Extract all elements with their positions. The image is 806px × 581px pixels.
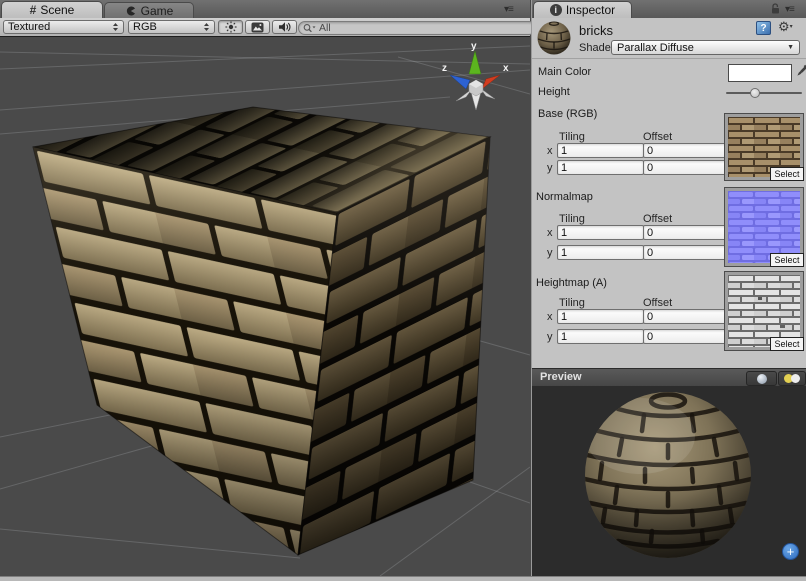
brick-cube <box>33 107 490 555</box>
add-button[interactable]: + <box>782 543 799 560</box>
base-x-tiling-field[interactable] <box>557 143 644 158</box>
main-color-swatch[interactable] <box>728 64 792 82</box>
y-row-label: y <box>547 162 553 174</box>
height-slider-thumb[interactable] <box>750 88 760 98</box>
gizmo-x-axis-cone[interactable] <box>482 75 500 89</box>
audio-toggle-button[interactable] <box>272 20 297 34</box>
tab-inspector[interactable]: i Inspector <box>533 1 632 18</box>
height-slider-track[interactable] <box>726 92 802 94</box>
window-bottom-strip <box>0 576 806 581</box>
scene-viewport[interactable]: y x z <box>0 37 530 576</box>
shader-value: Parallax Diffuse <box>617 42 694 54</box>
updown-arrows-icon <box>112 22 119 32</box>
normalmap-select-button[interactable]: Select <box>770 253 804 267</box>
channel-mode-dropdown[interactable]: RGB <box>128 20 215 34</box>
preview-area[interactable]: + <box>532 386 806 576</box>
scene-panel-menu-icon[interactable]: ▾≡ <box>504 4 513 15</box>
normalmap-y-tiling-field[interactable] <box>557 245 644 260</box>
preview-header: Preview <box>532 368 806 387</box>
search-input[interactable] <box>319 22 499 34</box>
gizmo-y-label: y <box>471 41 477 52</box>
inspector-panel: i Inspector ▾≡ <box>531 0 806 576</box>
chevron-down-icon: ▼ <box>787 44 794 51</box>
search-icon <box>303 23 317 33</box>
offset-header: Offset <box>643 213 672 225</box>
base-select-button[interactable]: Select <box>770 167 804 181</box>
y-row-label: y <box>547 331 553 343</box>
gizmo-z-axis-cone[interactable] <box>450 75 470 89</box>
base-x-offset-field[interactable] <box>643 143 730 158</box>
preview-title: Preview <box>540 371 582 383</box>
speaker-icon <box>278 21 291 33</box>
info-icon: i <box>550 4 562 16</box>
sphere-icon <box>757 374 767 384</box>
offset-header: Offset <box>643 131 672 143</box>
render-mode-label: Textured <box>8 21 50 33</box>
skybox-fx-button[interactable] <box>245 20 270 34</box>
tab-inspector-label: Inspector <box>566 3 615 17</box>
normalmap-y-offset-field[interactable] <box>643 245 730 260</box>
unity-editor-window: # Scene Game ▾≡ Textured RGB <box>0 0 806 581</box>
height-label: Height <box>538 86 570 98</box>
scene-search-field[interactable] <box>298 21 536 35</box>
gear-icon[interactable]: ⚙▾ <box>778 20 793 33</box>
section-label-base: Base (RGB) <box>538 108 597 120</box>
axis-gizmo[interactable]: y x z <box>442 41 509 110</box>
inspector-panel-menu-icon[interactable]: ▾≡ <box>785 4 794 15</box>
shader-label: Shader <box>579 42 614 54</box>
material-name: bricks <box>579 23 613 38</box>
eyedropper-icon[interactable] <box>794 64 806 85</box>
lock-icon[interactable] <box>770 3 781 15</box>
material-header: bricks Shader Parallax Diffuse ▼ ? ⚙▾ <box>532 18 806 59</box>
channel-mode-label: RGB <box>133 21 157 33</box>
light-white-icon <box>791 374 800 383</box>
tab-game[interactable]: Game <box>104 2 194 18</box>
base-y-tiling-field[interactable] <box>557 160 644 175</box>
lighting-toggle-button[interactable] <box>218 20 243 34</box>
base-texture-thumbnail[interactable]: Select <box>724 113 804 181</box>
preview-lighting-button[interactable] <box>778 371 806 386</box>
tiling-header: Tiling <box>559 213 585 225</box>
sun-icon <box>225 21 237 33</box>
heightmap-x-offset-field[interactable] <box>643 309 730 324</box>
tiling-header: Tiling <box>559 297 585 309</box>
help-icon[interactable]: ? <box>756 21 771 35</box>
game-icon <box>125 5 137 17</box>
normalmap-x-offset-field[interactable] <box>643 225 730 240</box>
x-row-label: x <box>547 311 553 323</box>
shader-dropdown[interactable]: Parallax Diffuse ▼ <box>611 40 800 55</box>
tab-scene-label: Scene <box>40 3 74 17</box>
normalmap-x-tiling-field[interactable] <box>557 225 644 240</box>
y-row-label: y <box>547 247 553 259</box>
heightmap-y-offset-field[interactable] <box>643 329 730 344</box>
heightmap-texture-thumbnail[interactable]: Select <box>724 271 804 351</box>
render-mode-dropdown[interactable]: Textured <box>3 20 124 34</box>
x-row-label: x <box>547 145 553 157</box>
updown-arrows-icon <box>203 22 210 32</box>
heightmap-select-button[interactable]: Select <box>770 337 804 351</box>
preview-sphere-mode-button[interactable] <box>746 371 777 386</box>
normalmap-texture-thumbnail[interactable]: Select <box>724 187 804 267</box>
main-color-label: Main Color <box>538 66 591 78</box>
gizmo-x-label: x <box>503 63 509 74</box>
scene-toolbar: Textured RGB <box>0 18 530 37</box>
heightmap-y-tiling-field[interactable] <box>557 329 644 344</box>
offset-header: Offset <box>643 297 672 309</box>
base-y-offset-field[interactable] <box>643 160 730 175</box>
x-row-label: x <box>547 227 553 239</box>
tab-scene[interactable]: # Scene <box>1 1 103 18</box>
tab-game-label: Game <box>141 4 174 18</box>
section-label-heightmap: Heightmap (A) <box>536 277 607 289</box>
scene-canvas: y x z <box>0 37 530 576</box>
heightmap-x-tiling-field[interactable] <box>557 309 644 324</box>
scene-grid-icon: # <box>30 3 37 17</box>
gizmo-z-label: z <box>442 63 447 74</box>
preview-sphere <box>532 386 806 576</box>
tiling-header: Tiling <box>559 131 585 143</box>
material-sphere-thumbnail <box>536 20 572 61</box>
image-icon <box>251 22 264 33</box>
section-label-normalmap: Normalmap <box>536 191 593 203</box>
